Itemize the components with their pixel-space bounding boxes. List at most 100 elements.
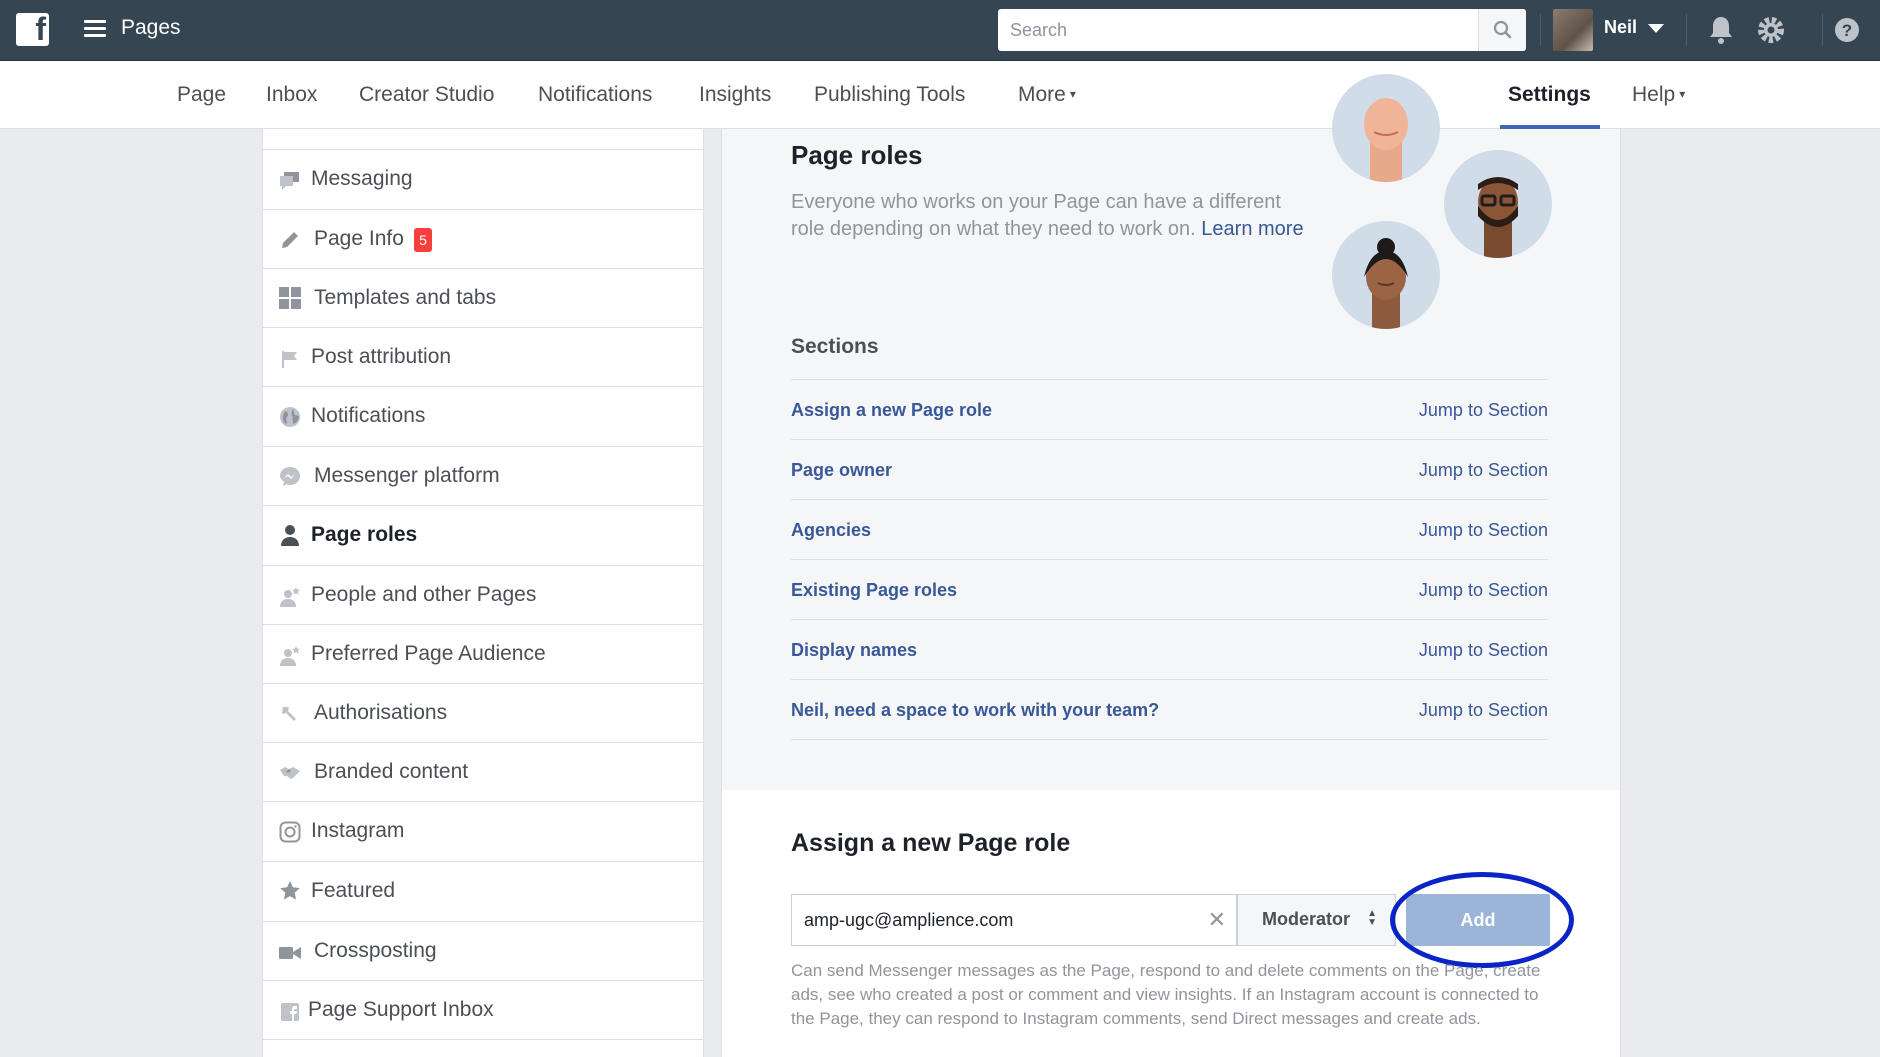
search-input[interactable] <box>998 9 1478 51</box>
sidebar-item-messenger-platform[interactable]: Messenger platform <box>263 447 703 506</box>
section-row: Agencies Jump to Section <box>791 499 1548 559</box>
section-link-page-owner[interactable]: Page owner <box>791 460 892 481</box>
sidebar-item-featured[interactable]: Featured <box>263 862 703 922</box>
page-roles-description: Everyone who works on your Page can have… <box>791 189 1311 243</box>
role-select-value: Moderator <box>1262 909 1351 929</box>
jump-to-section-link[interactable]: Jump to Section <box>1419 640 1548 661</box>
app-title[interactable]: Pages <box>121 16 181 40</box>
sidebar-item-label: Notifications <box>311 404 426 427</box>
sidebar-item-authorisations[interactable]: Authorisations <box>263 684 703 743</box>
sidebar-item-post-attribution[interactable]: Post attribution <box>263 328 703 387</box>
sidebar-item-people-and-other-pages[interactable]: People and other Pages <box>263 566 703 625</box>
sidebar-item-label: Page Info <box>314 227 404 250</box>
jump-to-section-link[interactable]: Jump to Section <box>1419 700 1548 721</box>
learn-more-link[interactable]: Learn more <box>1201 218 1303 240</box>
nav-publishing-tools[interactable]: Publishing Tools <box>814 83 965 107</box>
divider <box>1822 14 1823 46</box>
sidebar-item-page-support-inbox[interactable]: Page Support Inbox <box>263 981 703 1040</box>
nav-settings[interactable]: Settings <box>1508 83 1591 107</box>
nav-creator-studio[interactable]: Creator Studio <box>359 83 494 107</box>
nav-inbox[interactable]: Inbox <box>266 83 317 107</box>
assign-role-heading: Assign a new Page role <box>791 829 1071 857</box>
sidebar-item-label: Messenger platform <box>314 464 500 487</box>
search-button[interactable] <box>1478 9 1526 51</box>
nav-page[interactable]: Page <box>177 83 226 107</box>
person-star-icon <box>280 587 300 607</box>
section-link-agencies[interactable]: Agencies <box>791 520 871 541</box>
page-nav-bar: Page Inbox Creator Studio Notifications … <box>0 61 1880 129</box>
nav-insights[interactable]: Insights <box>699 83 771 107</box>
main-panel: Page roles Everyone who works on your Pa… <box>721 74 1621 1057</box>
sidebar-item-templates-and-tabs[interactable]: Templates and tabs <box>263 269 703 328</box>
pencil-icon <box>282 232 298 248</box>
sidebar-item-label: Authorisations <box>314 701 448 724</box>
sidebar-item-label: Templates and tabs <box>314 286 497 309</box>
sidebar-item-label: Crossposting <box>314 939 437 962</box>
section-row: Neil, need a space to work with your tea… <box>791 679 1548 739</box>
caret-down-icon: ▾ <box>1679 87 1686 101</box>
sidebar-item-label: Messaging <box>311 167 413 190</box>
facebook-logo-icon[interactable]: f <box>16 11 49 47</box>
search-box <box>998 9 1526 51</box>
section-link-display-names[interactable]: Display names <box>791 640 917 661</box>
sidebar-item-label: Preferred Page Audience <box>311 642 546 665</box>
star-icon <box>280 881 300 900</box>
jump-to-section-link[interactable]: Jump to Section <box>1419 460 1548 481</box>
section-row: Display names Jump to Section <box>791 619 1548 679</box>
search-icon <box>1493 20 1512 39</box>
nav-more-label: More <box>1018 83 1066 106</box>
menu-icon[interactable] <box>84 20 106 38</box>
section-row: Existing Page roles Jump to Section <box>791 559 1548 619</box>
sidebar-item-page-info[interactable]: Page Info 5 <box>263 210 703 269</box>
nav-more[interactable]: More ▾ <box>1018 83 1076 107</box>
email-field-wrapper: ✕ <box>791 894 1237 946</box>
chevron-down-icon[interactable] <box>1648 24 1664 33</box>
gear-icon[interactable] <box>1754 13 1788 47</box>
messenger-icon <box>280 467 300 486</box>
divider <box>1686 14 1687 46</box>
person-star-icon <box>280 646 300 666</box>
section-link-assign-new-page-role[interactable]: Assign a new Page role <box>791 400 992 421</box>
globe-icon <box>280 407 300 427</box>
sidebar-item-branded-content[interactable]: Branded content <box>263 743 703 802</box>
avatar[interactable] <box>1553 9 1593 51</box>
sidebar-item-label: Branded content <box>314 760 469 783</box>
sidebar-item-preferred-page-audience[interactable]: Preferred Page Audience <box>263 625 703 684</box>
nav-help[interactable]: Help ▾ <box>1632 83 1685 107</box>
notifications-bell-icon[interactable] <box>1704 13 1738 47</box>
divider <box>1540 14 1541 46</box>
handshake-icon <box>280 767 300 779</box>
role-description: Can send Messenger messages as the Page,… <box>791 961 1541 1028</box>
sidebar-item-label: Page roles <box>311 523 418 546</box>
sidebar-item-page-roles[interactable]: Page roles <box>263 506 703 566</box>
illustration-avatar-man-glasses <box>1444 150 1552 258</box>
instagram-icon <box>279 821 301 843</box>
role-select[interactable]: Moderator ▲ ▼ <box>1237 894 1396 946</box>
section-row: Page owner Jump to Section <box>791 439 1548 499</box>
notification-badge: 5 <box>414 228 432 252</box>
help-icon[interactable]: ? <box>1830 13 1864 47</box>
sections-heading: Sections <box>791 335 879 358</box>
sidebar-item-label: Post attribution <box>311 345 452 368</box>
flag-icon <box>282 351 297 368</box>
section-link-team-workspace[interactable]: Neil, need a space to work with your tea… <box>791 700 1159 721</box>
facebook-square-icon <box>281 1003 299 1021</box>
user-name[interactable]: Neil <box>1604 17 1637 38</box>
jump-to-section-link[interactable]: Jump to Section <box>1419 580 1548 601</box>
grid-icon <box>279 287 301 309</box>
jump-to-section-link[interactable]: Jump to Section <box>1419 400 1548 421</box>
sidebar-item-label: Featured <box>311 879 396 902</box>
caret-down-icon: ▾ <box>1069 87 1076 101</box>
video-camera-icon <box>279 947 301 959</box>
sidebar-item-notifications[interactable]: Notifications <box>263 387 703 447</box>
clear-icon[interactable]: ✕ <box>1208 907 1226 933</box>
highlight-annotation-ring <box>1390 872 1574 968</box>
section-link-existing-page-roles[interactable]: Existing Page roles <box>791 580 957 601</box>
sidebar-item-crossposting[interactable]: Crossposting <box>263 922 703 981</box>
jump-to-section-link[interactable]: Jump to Section <box>1419 520 1548 541</box>
sidebar-item-messaging[interactable]: Messaging <box>263 150 703 210</box>
nav-help-label: Help <box>1632 83 1676 106</box>
sidebar-item-instagram[interactable]: Instagram <box>263 802 703 862</box>
email-field[interactable] <box>792 895 1192 945</box>
nav-notifications[interactable]: Notifications <box>538 83 652 107</box>
